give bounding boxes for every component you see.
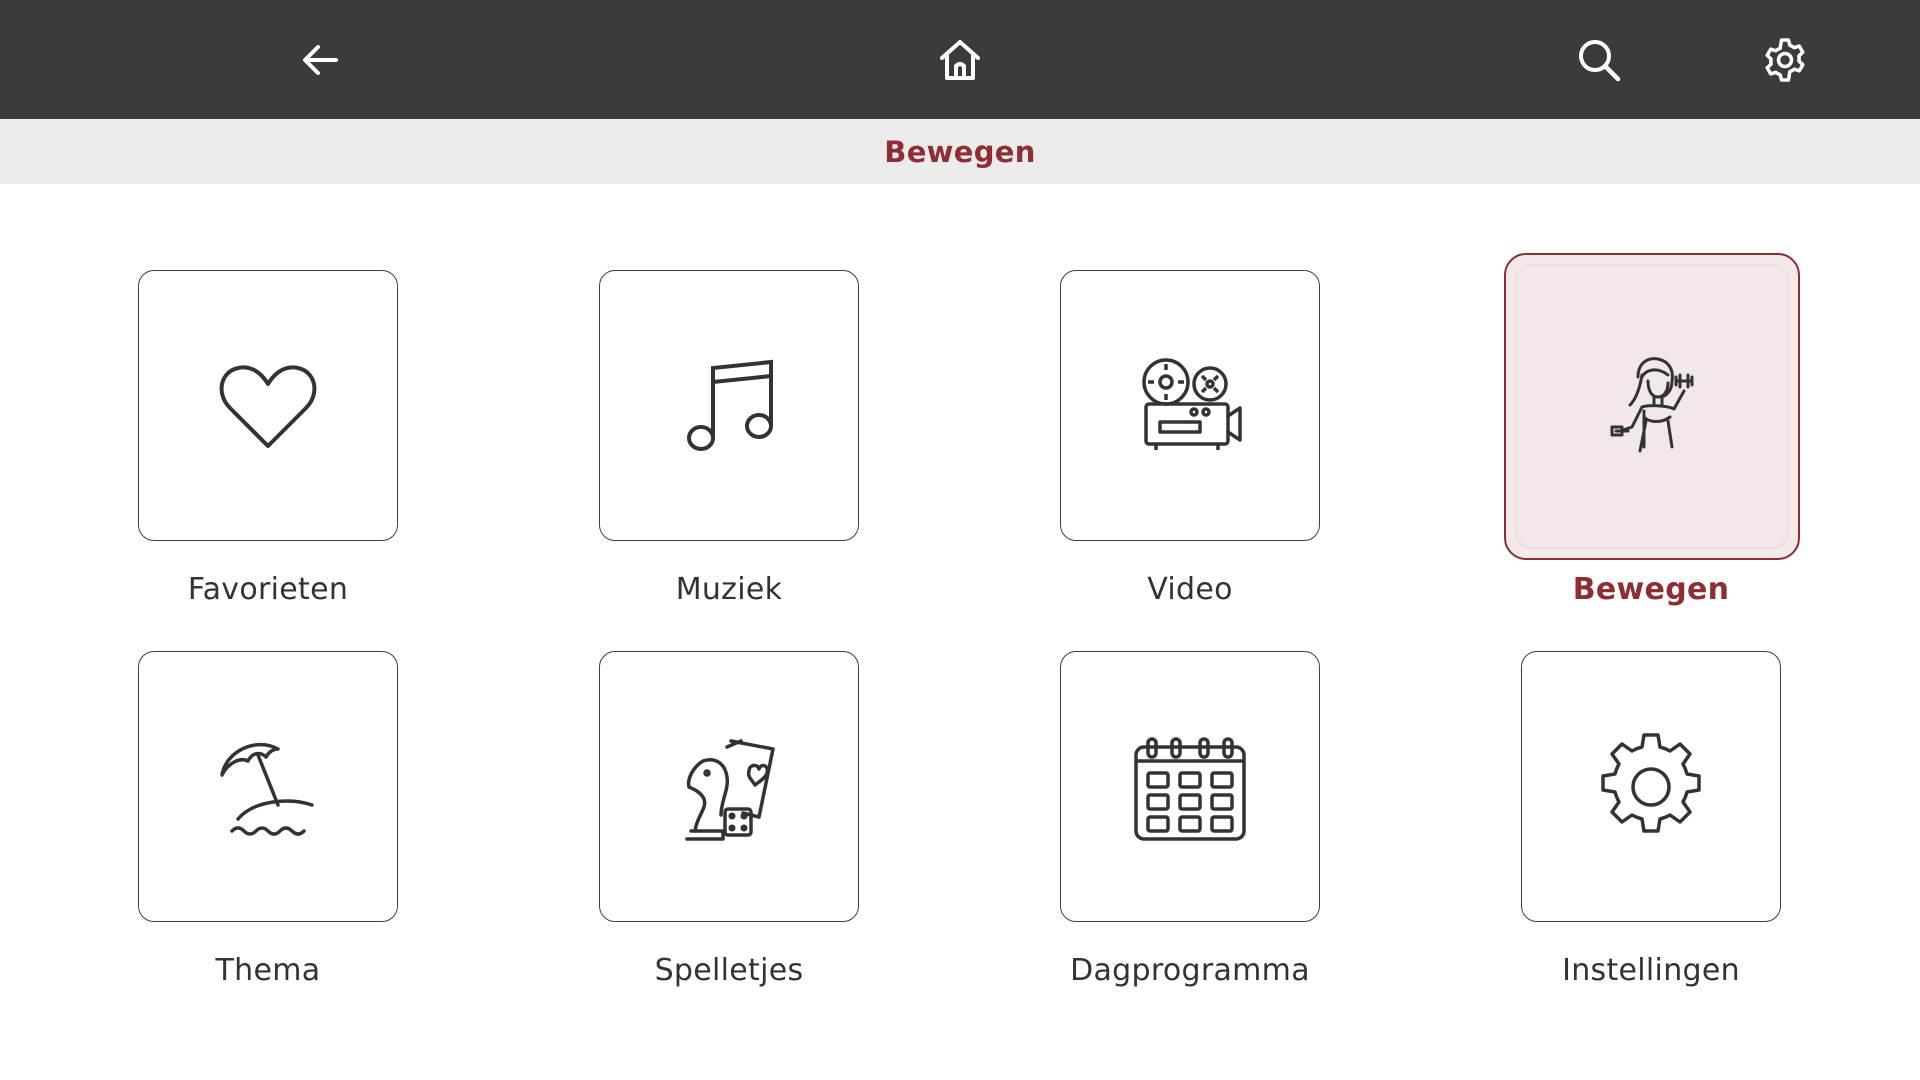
settings-button[interactable] xyxy=(1747,22,1823,98)
gear-icon xyxy=(1765,38,1805,82)
breadcrumb: Bewegen xyxy=(0,119,1920,184)
tile-box xyxy=(138,651,398,922)
home-icon xyxy=(940,40,980,80)
tile-label: Spelletjes xyxy=(654,953,804,988)
tile-label: Instellingen xyxy=(1562,953,1740,988)
back-button[interactable] xyxy=(282,22,358,98)
tile-label: Favorieten xyxy=(187,572,349,607)
tile-box xyxy=(1504,253,1800,560)
fitness-woman-icon xyxy=(1610,356,1694,452)
tile-label: Video xyxy=(1147,572,1233,607)
music-note-icon xyxy=(687,359,773,451)
calendar-icon xyxy=(1134,736,1246,841)
games-icon xyxy=(685,738,775,841)
beach-umbrella-icon xyxy=(220,742,314,836)
heart-icon xyxy=(219,364,317,448)
tile-box xyxy=(1521,651,1781,922)
settings-gear-icon xyxy=(1601,732,1701,833)
tile-label: Muziek xyxy=(675,572,783,607)
tile-label: Bewegen xyxy=(1572,572,1730,607)
tile-box xyxy=(138,270,398,541)
tile-box xyxy=(1060,651,1320,922)
tile-box xyxy=(1060,270,1320,541)
home-button[interactable] xyxy=(922,22,998,98)
tile-box xyxy=(599,651,859,922)
top-navigation-bar xyxy=(0,0,1920,119)
tile-label: Dagprogramma xyxy=(1070,953,1310,988)
search-icon xyxy=(1579,40,1621,82)
tile-box xyxy=(599,270,859,541)
tile-label: Thema xyxy=(215,953,321,988)
arrow-left-icon xyxy=(303,45,338,75)
search-button[interactable] xyxy=(1561,22,1637,98)
film-projector-icon xyxy=(1142,357,1242,450)
page-title: Bewegen xyxy=(884,134,1036,169)
